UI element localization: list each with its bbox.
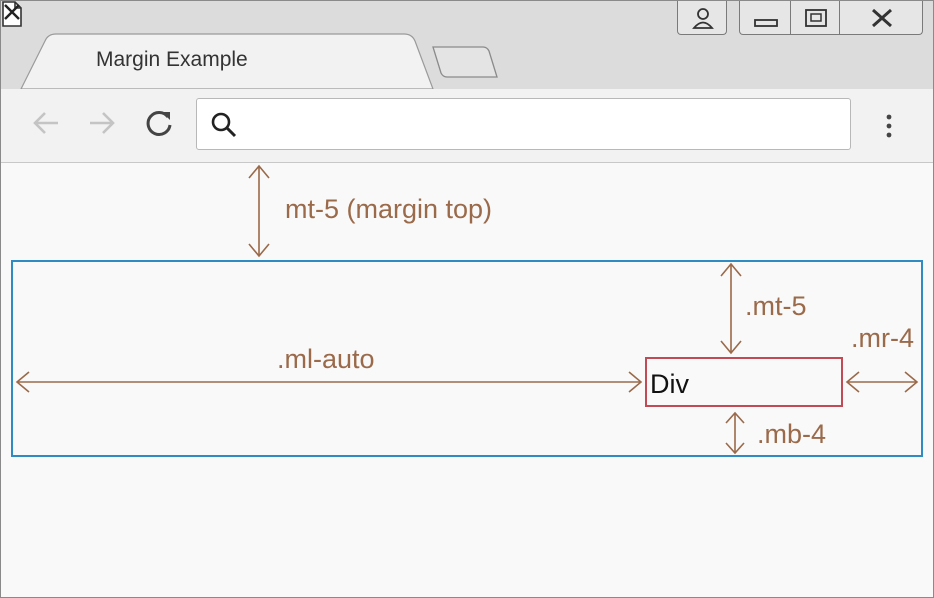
close-icon[interactable] [1,1,23,23]
minimize-button[interactable] [739,1,791,35]
tab-margin-example[interactable]: Margin Example [1,1,441,90]
minimize-icon [754,19,778,27]
new-tab-button[interactable] [429,45,499,81]
ml-auto-label: .ml-auto [277,344,375,374]
browser-window: Margin Example mt-5 (margin top) .ml-aut… [0,0,934,598]
maximize-button[interactable] [790,1,840,35]
forward-arrow-icon[interactable] [87,108,117,138]
search-icon [211,112,237,138]
mr-4-label: .mr-4 [851,323,914,353]
title-bar: Margin Example [1,1,933,90]
div-text: Div [650,369,689,399]
tab-shape [20,33,434,90]
margin-top-arrow [248,164,270,258]
back-arrow-icon[interactable] [31,108,61,138]
tab-title: Margin Example [96,48,248,71]
margin-top-label: mt-5 (margin top) [285,194,493,224]
mt-5-label: .mt-5 [745,291,807,321]
reload-icon[interactable] [144,108,174,138]
mb-4-label: .mb-4 [757,419,827,449]
page-content: mt-5 (margin top) .ml-auto .mt-5 .mr-4 .… [1,163,933,597]
close-window-button[interactable] [839,1,923,35]
close-window-icon [872,8,892,28]
div-box: Div [645,357,843,407]
profile-button[interactable] [677,1,727,35]
more-vert-icon[interactable] [881,111,897,141]
user-icon [692,8,714,29]
address-bar[interactable] [196,98,851,150]
maximize-icon [805,9,827,27]
